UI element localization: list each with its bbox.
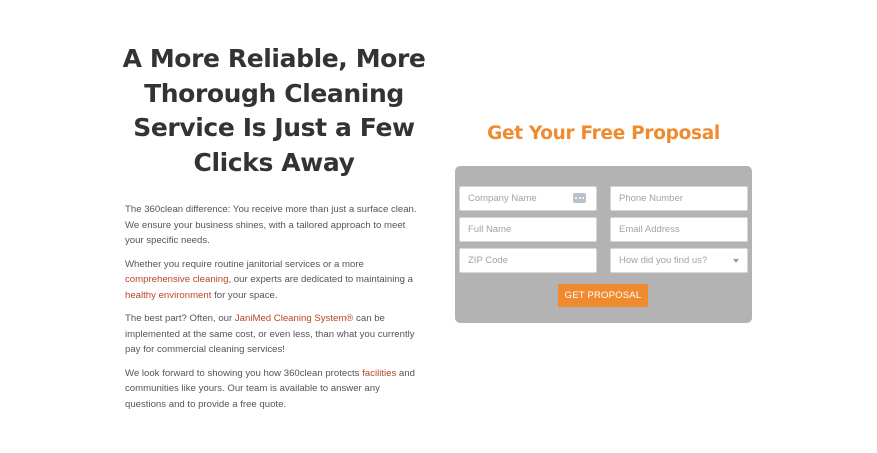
email-address-field[interactable]	[610, 217, 748, 242]
paragraph-difference: The 360clean difference: You receive mor…	[125, 204, 417, 246]
zip-code-field[interactable]	[459, 248, 597, 273]
form-title: Get Your Free Proposal	[487, 123, 720, 144]
link-janimed-system[interactable]: JaniMed Cleaning System®	[235, 313, 354, 324]
link-healthy-environment[interactable]: healthy environment	[125, 290, 211, 301]
text-segment: for your space.	[211, 289, 278, 301]
referral-source-select[interactable]: How did you find us?	[610, 248, 748, 273]
proposal-section: Get Your Free Proposal How did you find …	[455, 120, 752, 323]
get-proposal-button[interactable]: GET PROPOSAL	[558, 284, 648, 307]
phone-number-field[interactable]	[610, 186, 748, 211]
keypad-icon[interactable]	[573, 193, 586, 203]
paragraph-closing: We look forward to showing you how 360cl…	[125, 366, 423, 413]
paragraph-best-part: The best part? Often, our JaniMed Cleani…	[125, 311, 423, 358]
text-segment: The best part? Often, our	[125, 313, 235, 324]
paragraph-services: Whether you require routine janitorial s…	[125, 257, 423, 304]
text-segment: We look forward to showing you how 360cl…	[125, 367, 363, 379]
body-copy: The 360clean difference: You receive mor…	[125, 202, 423, 412]
content-column: A More Reliable, More Thorough Cleaning …	[123, 42, 426, 420]
full-name-field[interactable]	[459, 217, 597, 242]
link-comprehensive-cleaning[interactable]: comprehensive cleaning	[125, 274, 228, 285]
text-segment: , our experts are dedicated to maintaini…	[228, 274, 413, 285]
page-headline: A More Reliable, More Thorough Cleaning …	[122, 44, 426, 177]
link-facilities[interactable]: facilities	[362, 368, 396, 379]
text-segment: Whether you require routine janitorial s…	[125, 258, 364, 270]
referral-source-value: How did you find us?	[619, 255, 708, 266]
chevron-down-icon	[733, 259, 739, 263]
proposal-form: How did you find us? GET PROPOSAL	[455, 166, 752, 323]
